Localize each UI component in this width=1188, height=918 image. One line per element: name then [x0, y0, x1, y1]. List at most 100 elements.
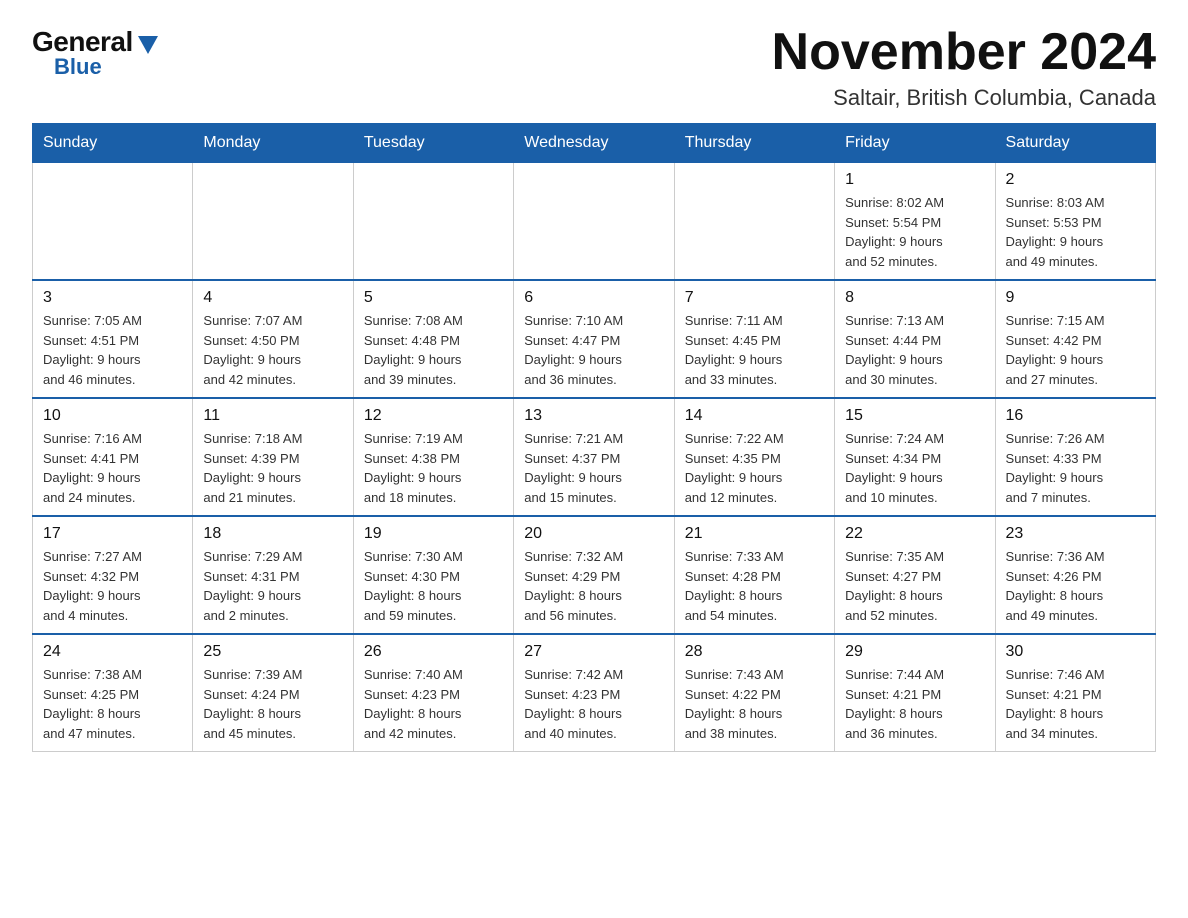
weekday-header-friday: Friday [835, 124, 995, 163]
day-number: 17 [43, 525, 182, 543]
calendar-cell: 18 Sunrise: 7:29 AM Sunset: 4:31 PM Dayli… [193, 516, 353, 634]
day-info: Sunrise: 8:02 AM Sunset: 5:54 PM Dayligh… [845, 193, 984, 271]
day-number: 15 [845, 407, 984, 425]
calendar-cell: 3 Sunrise: 7:05 AM Sunset: 4:51 PM Daylig… [33, 280, 193, 398]
day-info: Sunrise: 7:11 AM Sunset: 4:45 PM Dayligh… [685, 311, 824, 389]
weekday-header-wednesday: Wednesday [514, 124, 674, 163]
weekday-header-sunday: Sunday [33, 124, 193, 163]
day-number: 24 [43, 643, 182, 661]
calendar-cell: 14Sunrise: 7:22 AM Sunset: 4:35 PM Dayli… [674, 398, 834, 516]
day-info: Sunrise: 7:27 AM Sunset: 4:32 PM Dayligh… [43, 547, 182, 625]
day-info: Sunrise: 7:21 AM Sunset: 4:37 PM Dayligh… [524, 429, 663, 507]
day-number: 6 [524, 289, 663, 307]
title-block: November 2024 Saltair, British Columbia,… [772, 24, 1156, 111]
day-number: 23 [1006, 525, 1145, 543]
day-info: Sunrise: 7:33 AM Sunset: 4:28 PM Dayligh… [685, 547, 824, 625]
day-info: Sunrise: 7:46 AM Sunset: 4:21 PM Dayligh… [1006, 665, 1145, 743]
logo-blue: Blue [54, 56, 102, 78]
logo: General Blue [32, 28, 158, 78]
calendar-cell: 9 Sunrise: 7:15 AM Sunset: 4:42 PM Daylig… [995, 280, 1155, 398]
day-number: 2 [1006, 171, 1145, 189]
day-info: Sunrise: 7:05 AM Sunset: 4:51 PM Dayligh… [43, 311, 182, 389]
day-number: 7 [685, 289, 824, 307]
day-info: Sunrise: 7:44 AM Sunset: 4:21 PM Dayligh… [845, 665, 984, 743]
calendar-cell: 7 Sunrise: 7:11 AM Sunset: 4:45 PM Daylig… [674, 280, 834, 398]
day-info: Sunrise: 7:15 AM Sunset: 4:42 PM Dayligh… [1006, 311, 1145, 389]
day-number: 20 [524, 525, 663, 543]
calendar-week-row: 17 Sunrise: 7:27 AM Sunset: 4:32 PM Dayli… [33, 516, 1156, 634]
calendar-cell: 2Sunrise: 8:03 AM Sunset: 5:53 PM Daylig… [995, 163, 1155, 281]
day-info: Sunrise: 7:26 AM Sunset: 4:33 PM Dayligh… [1006, 429, 1145, 507]
day-number: 13 [524, 407, 663, 425]
calendar-cell [33, 163, 193, 281]
day-info: Sunrise: 7:13 AM Sunset: 4:44 PM Dayligh… [845, 311, 984, 389]
calendar-cell: 26 Sunrise: 7:40 AM Sunset: 4:23 PM Dayli… [353, 634, 513, 752]
day-number: 22 [845, 525, 984, 543]
calendar-cell: 24Sunrise: 7:38 AM Sunset: 4:25 PM Dayli… [33, 634, 193, 752]
calendar-cell: 30Sunrise: 7:46 AM Sunset: 4:21 PM Dayli… [995, 634, 1155, 752]
calendar-cell [514, 163, 674, 281]
day-number: 27 [524, 643, 663, 661]
day-info: Sunrise: 7:10 AM Sunset: 4:47 PM Dayligh… [524, 311, 663, 389]
day-number: 9 [1006, 289, 1145, 307]
weekday-header-thursday: Thursday [674, 124, 834, 163]
calendar-week-row: 1 Sunrise: 8:02 AM Sunset: 5:54 PM Daylig… [33, 163, 1156, 281]
calendar-cell: 19 Sunrise: 7:30 AM Sunset: 4:30 PM Dayli… [353, 516, 513, 634]
day-number: 18 [203, 525, 342, 543]
calendar-cell: 23 Sunrise: 7:36 AM Sunset: 4:26 PM Dayli… [995, 516, 1155, 634]
day-number: 28 [685, 643, 824, 661]
day-info: Sunrise: 7:30 AM Sunset: 4:30 PM Dayligh… [364, 547, 503, 625]
calendar-cell [674, 163, 834, 281]
day-info: Sunrise: 7:36 AM Sunset: 4:26 PM Dayligh… [1006, 547, 1145, 625]
day-number: 8 [845, 289, 984, 307]
calendar-week-row: 3 Sunrise: 7:05 AM Sunset: 4:51 PM Daylig… [33, 280, 1156, 398]
day-number: 11 [203, 407, 342, 425]
calendar-cell: 6 Sunrise: 7:10 AM Sunset: 4:47 PM Daylig… [514, 280, 674, 398]
day-number: 3 [43, 289, 182, 307]
calendar-cell: 13 Sunrise: 7:21 AM Sunset: 4:37 PM Dayli… [514, 398, 674, 516]
calendar-week-row: 24Sunrise: 7:38 AM Sunset: 4:25 PM Dayli… [33, 634, 1156, 752]
month-title: November 2024 [772, 24, 1156, 81]
calendar-cell [193, 163, 353, 281]
day-info: Sunrise: 7:07 AM Sunset: 4:50 PM Dayligh… [203, 311, 342, 389]
calendar-cell: 11 Sunrise: 7:18 AM Sunset: 4:39 PM Dayli… [193, 398, 353, 516]
day-number: 1 [845, 171, 984, 189]
logo-general: General [32, 28, 133, 56]
calendar-cell: 4 Sunrise: 7:07 AM Sunset: 4:50 PM Daylig… [193, 280, 353, 398]
calendar-cell: 17 Sunrise: 7:27 AM Sunset: 4:32 PM Dayli… [33, 516, 193, 634]
day-info: Sunrise: 7:08 AM Sunset: 4:48 PM Dayligh… [364, 311, 503, 389]
day-info: Sunrise: 7:40 AM Sunset: 4:23 PM Dayligh… [364, 665, 503, 743]
day-number: 5 [364, 289, 503, 307]
day-info: Sunrise: 7:22 AM Sunset: 4:35 PM Dayligh… [685, 429, 824, 507]
day-number: 21 [685, 525, 824, 543]
day-number: 12 [364, 407, 503, 425]
logo-triangle-icon [138, 36, 158, 54]
day-number: 29 [845, 643, 984, 661]
day-number: 26 [364, 643, 503, 661]
day-info: Sunrise: 7:16 AM Sunset: 4:41 PM Dayligh… [43, 429, 182, 507]
calendar-cell: 29 Sunrise: 7:44 AM Sunset: 4:21 PM Dayli… [835, 634, 995, 752]
calendar-cell: 10Sunrise: 7:16 AM Sunset: 4:41 PM Dayli… [33, 398, 193, 516]
calendar-cell: 5 Sunrise: 7:08 AM Sunset: 4:48 PM Daylig… [353, 280, 513, 398]
calendar-cell: 15Sunrise: 7:24 AM Sunset: 4:34 PM Dayli… [835, 398, 995, 516]
calendar: SundayMondayTuesdayWednesdayThursdayFrid… [32, 123, 1156, 752]
location-title: Saltair, British Columbia, Canada [772, 85, 1156, 111]
calendar-cell: 20 Sunrise: 7:32 AM Sunset: 4:29 PM Dayli… [514, 516, 674, 634]
header: General Blue November 2024 Saltair, Brit… [32, 24, 1156, 111]
calendar-week-row: 10Sunrise: 7:16 AM Sunset: 4:41 PM Dayli… [33, 398, 1156, 516]
calendar-cell: 12Sunrise: 7:19 AM Sunset: 4:38 PM Dayli… [353, 398, 513, 516]
calendar-cell: 8 Sunrise: 7:13 AM Sunset: 4:44 PM Daylig… [835, 280, 995, 398]
day-number: 19 [364, 525, 503, 543]
day-info: Sunrise: 7:29 AM Sunset: 4:31 PM Dayligh… [203, 547, 342, 625]
day-info: Sunrise: 7:42 AM Sunset: 4:23 PM Dayligh… [524, 665, 663, 743]
day-info: Sunrise: 7:18 AM Sunset: 4:39 PM Dayligh… [203, 429, 342, 507]
day-info: Sunrise: 7:32 AM Sunset: 4:29 PM Dayligh… [524, 547, 663, 625]
calendar-cell: 21 Sunrise: 7:33 AM Sunset: 4:28 PM Dayli… [674, 516, 834, 634]
calendar-cell [353, 163, 513, 281]
day-number: 16 [1006, 407, 1145, 425]
calendar-cell: 28Sunrise: 7:43 AM Sunset: 4:22 PM Dayli… [674, 634, 834, 752]
calendar-cell: 1 Sunrise: 8:02 AM Sunset: 5:54 PM Daylig… [835, 163, 995, 281]
weekday-header-row: SundayMondayTuesdayWednesdayThursdayFrid… [33, 124, 1156, 163]
weekday-header-saturday: Saturday [995, 124, 1155, 163]
day-number: 4 [203, 289, 342, 307]
